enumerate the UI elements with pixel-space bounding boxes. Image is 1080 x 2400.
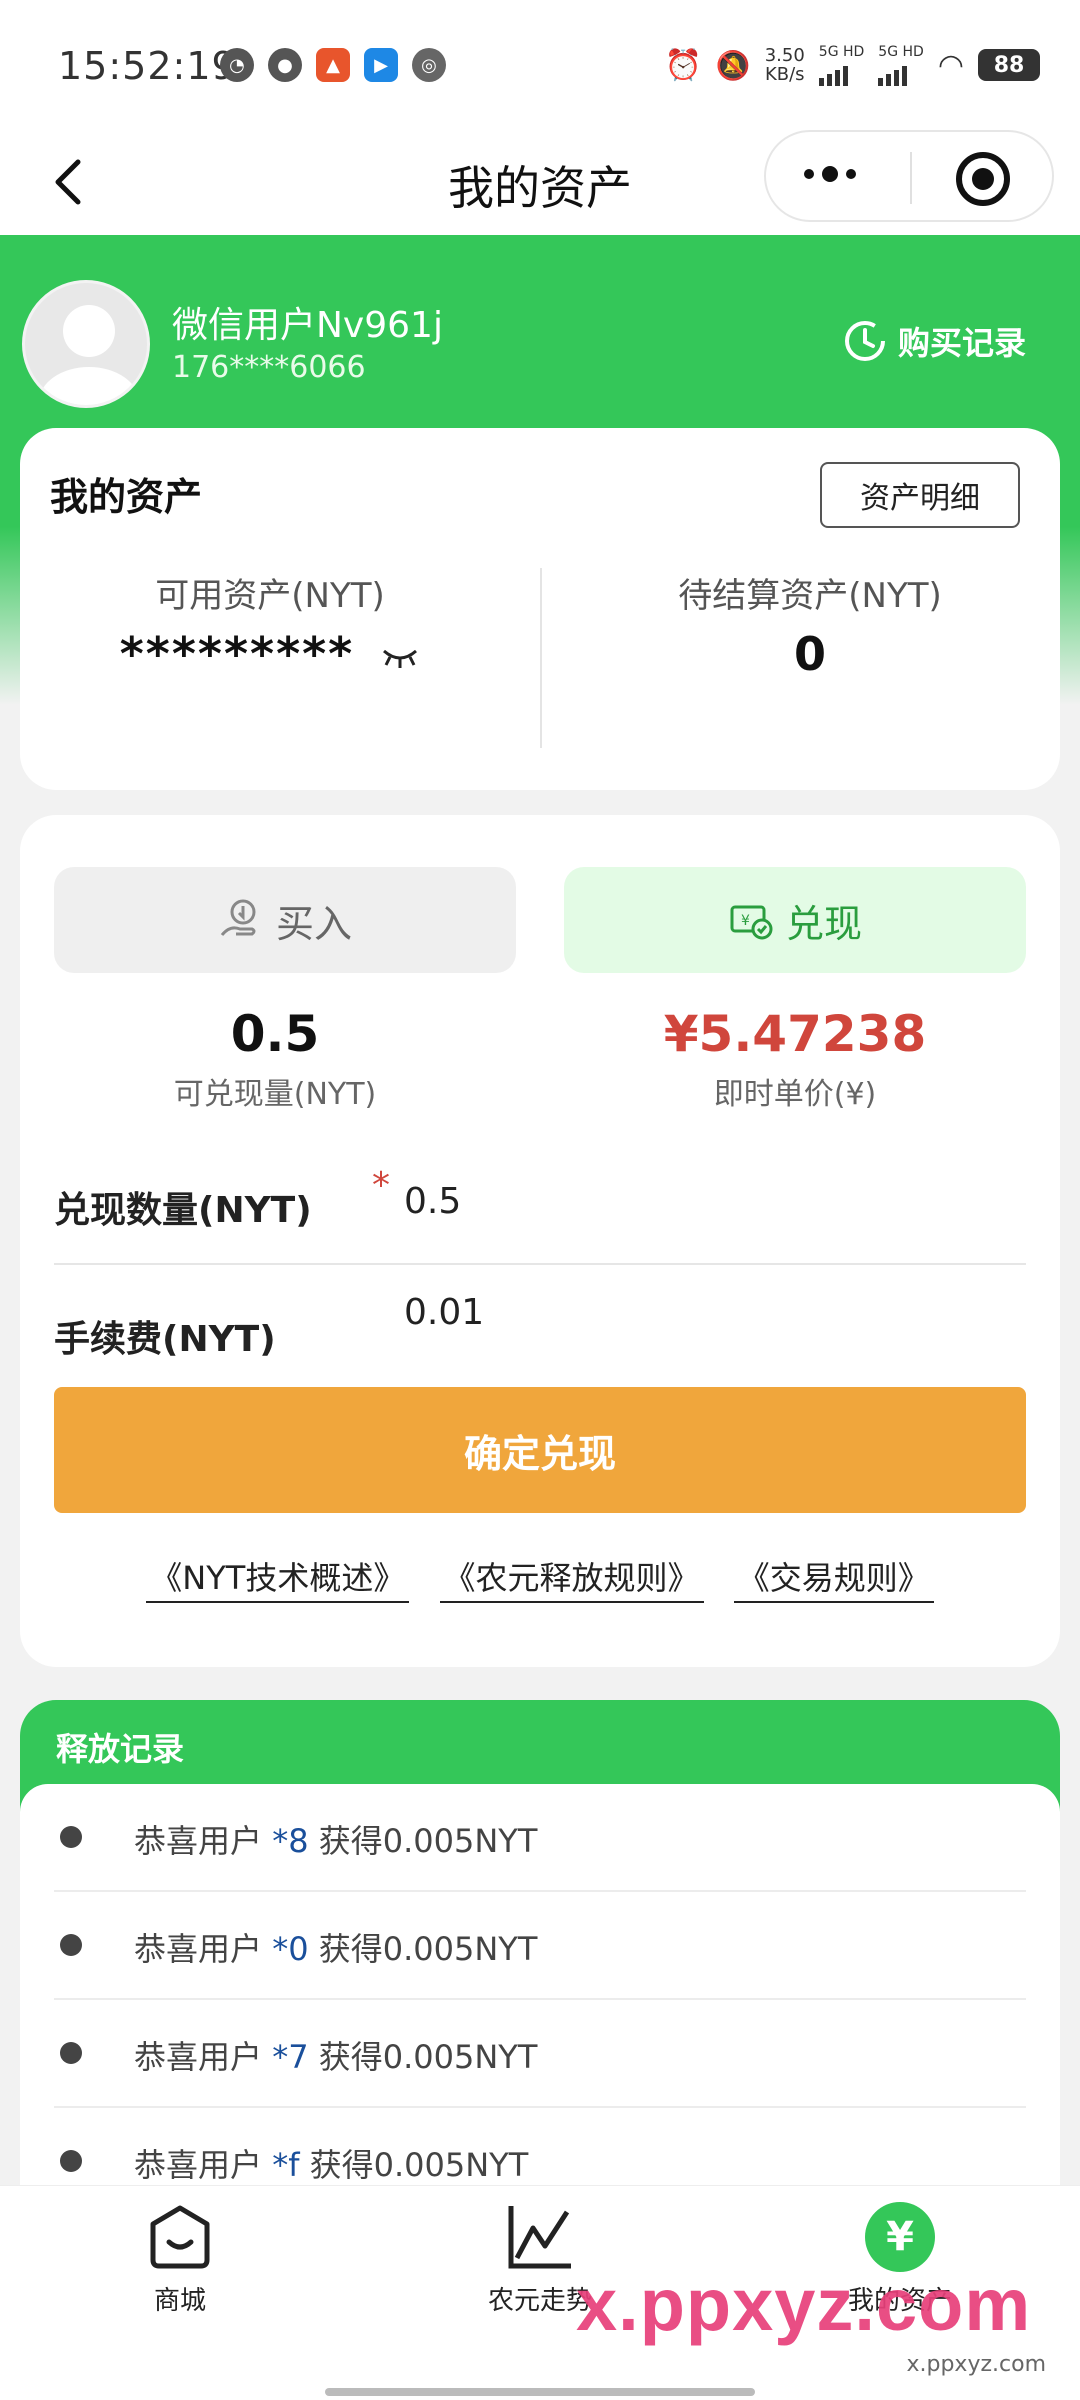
eye-closed-icon[interactable]	[380, 645, 420, 671]
user-phone: 176****6066	[172, 350, 366, 385]
list-item: 恭喜用户 *8 获得0.005NYT	[54, 1784, 1026, 1892]
asset-detail-button[interactable]: 资产明细	[820, 462, 1020, 528]
status-right-area: ⏰ 🔕 3.50 KB/s 5G HD 5G HD ◠ 88	[664, 44, 1040, 86]
app-badge-icon: ▲	[316, 48, 350, 82]
fee-value: 0.01	[404, 1292, 485, 1333]
history-clock-icon	[844, 321, 885, 361]
bullet-icon	[60, 2042, 82, 2064]
user-id: *7	[272, 2038, 309, 2076]
assets-card-title: 我的资产	[50, 475, 203, 519]
cash-out-tab[interactable]: ¥ 兑现	[564, 867, 1026, 973]
wechat-icon: ◔	[220, 48, 254, 82]
battery-indicator: 88	[978, 49, 1040, 81]
status-time: 15:52:19	[58, 44, 237, 88]
avatar[interactable]	[22, 280, 150, 408]
home-indicator[interactable]	[325, 2388, 755, 2396]
purchase-record-label: 购买记录	[897, 324, 1026, 362]
signal-1: 5G HD	[818, 44, 865, 86]
quantity-input[interactable]: 0.5	[404, 1181, 461, 1222]
fee-label: 手续费(NYT)	[54, 1319, 276, 1360]
user-name: 微信用户Nv961j	[172, 305, 443, 346]
cashable-amount: 0.5 可兑现量(NYT)	[40, 1005, 510, 1113]
user-id: *0	[272, 1930, 309, 1968]
available-assets-value: *********	[20, 627, 520, 681]
buy-tab-label: 买入	[275, 901, 352, 946]
shop-bag-icon	[150, 2205, 210, 2269]
signal-bars-icon	[818, 60, 865, 86]
bookmark-app-icon: ▶	[364, 48, 398, 82]
more-menu-icon[interactable]	[804, 166, 856, 182]
confirm-cash-out-button[interactable]: 确定兑现	[54, 1387, 1026, 1513]
tab-shop[interactable]: 商城	[80, 2202, 280, 2317]
cashable-amount-value: 0.5	[230, 1005, 320, 1063]
chat-icon: ●	[268, 48, 302, 82]
required-mark: *	[372, 1165, 390, 1206]
bullet-icon	[60, 1934, 82, 1956]
cash-out-icon: ¥	[730, 905, 773, 940]
cashable-amount-label: 可兑现量(NYT)	[173, 1077, 377, 1112]
trade-card: 买入 ¥ 兑现 0.5 可兑现量(NYT) ¥5.47238 即时单价(¥) 兑…	[20, 815, 1060, 1667]
trend-chart-icon	[508, 2206, 571, 2269]
close-mini-program-icon[interactable]	[956, 152, 1010, 206]
nyt-tech-overview-link[interactable]: 《NYT技术概述》	[146, 1553, 410, 1603]
nav-bar: 我的资产	[0, 130, 1080, 235]
cash-out-tab-label: 兑现	[785, 901, 862, 946]
signal-bars-icon	[878, 60, 924, 86]
release-rules-link[interactable]: 《农元释放规则》	[439, 1553, 704, 1603]
wifi-icon: ◠	[937, 47, 964, 83]
pending-assets: 待结算资产(NYT) 0	[560, 568, 1060, 681]
buy-tab[interactable]: 买入	[54, 867, 516, 973]
assets-card: 我的资产 资产明细 可用资产(NYT) ********* 待结算资产(NYT)…	[20, 428, 1060, 790]
unit-price-value: ¥5.47238	[663, 1005, 927, 1063]
net-speed: 3.50 KB/s	[764, 45, 805, 85]
purchase-record-link[interactable]: 购买记录	[842, 318, 1026, 364]
app-circle-icon: ◎	[412, 48, 446, 82]
bullet-icon	[60, 1826, 82, 1848]
watermark-subtext: x.ppxyz.com	[906, 2352, 1046, 2377]
tab-shop-label: 商城	[153, 2286, 206, 2316]
assets-divider	[540, 568, 542, 748]
mute-icon: 🔕	[715, 48, 751, 82]
list-item: 恭喜用户 *0 获得0.005NYT	[54, 1892, 1026, 2000]
quantity-row: 兑现数量(NYT) * 0.5	[54, 1145, 1026, 1265]
trading-rules-link[interactable]: 《交易规则》	[733, 1553, 934, 1603]
buy-hand-icon	[220, 899, 256, 936]
signal-2: 5G HD	[878, 44, 924, 86]
fee-row: 手续费(NYT) 0.01	[54, 1270, 1026, 1390]
quantity-label: 兑现数量(NYT)	[54, 1190, 312, 1231]
list-item: 恭喜用户 *7 获得0.005NYT	[54, 2000, 1026, 2108]
user-id: *8	[272, 1822, 309, 1860]
pending-assets-value: 0	[793, 627, 826, 681]
status-bar: 15:52:19 ◔ ● ▲ ▶ ◎ ⏰ 🔕 3.50 KB/s 5G HD 5…	[0, 0, 1080, 130]
unit-price-label: 即时单价(¥)	[713, 1077, 877, 1112]
release-records-title: 释放记录	[56, 1730, 185, 1768]
alarm-icon: ⏰	[664, 47, 702, 83]
capsule-divider	[910, 152, 912, 204]
bullet-icon	[60, 2150, 82, 2172]
user-id: *f	[272, 2146, 300, 2184]
unit-price: ¥5.47238 即时单价(¥)	[560, 1005, 1030, 1113]
pending-assets-label: 待结算资产(NYT)	[678, 576, 942, 616]
svg-text:¥: ¥	[741, 913, 750, 929]
status-app-icons: ◔ ● ▲ ▶ ◎	[220, 48, 446, 82]
available-assets-label: 可用资产(NYT)	[155, 576, 385, 616]
rule-links: 《NYT技术概述》 《农元释放规则》 《交易规则》	[20, 1553, 1060, 1603]
available-assets: 可用资产(NYT) *********	[20, 568, 520, 681]
mini-program-capsule	[764, 130, 1054, 222]
watermark-logo: x.ppxyz.com	[576, 2263, 1032, 2346]
